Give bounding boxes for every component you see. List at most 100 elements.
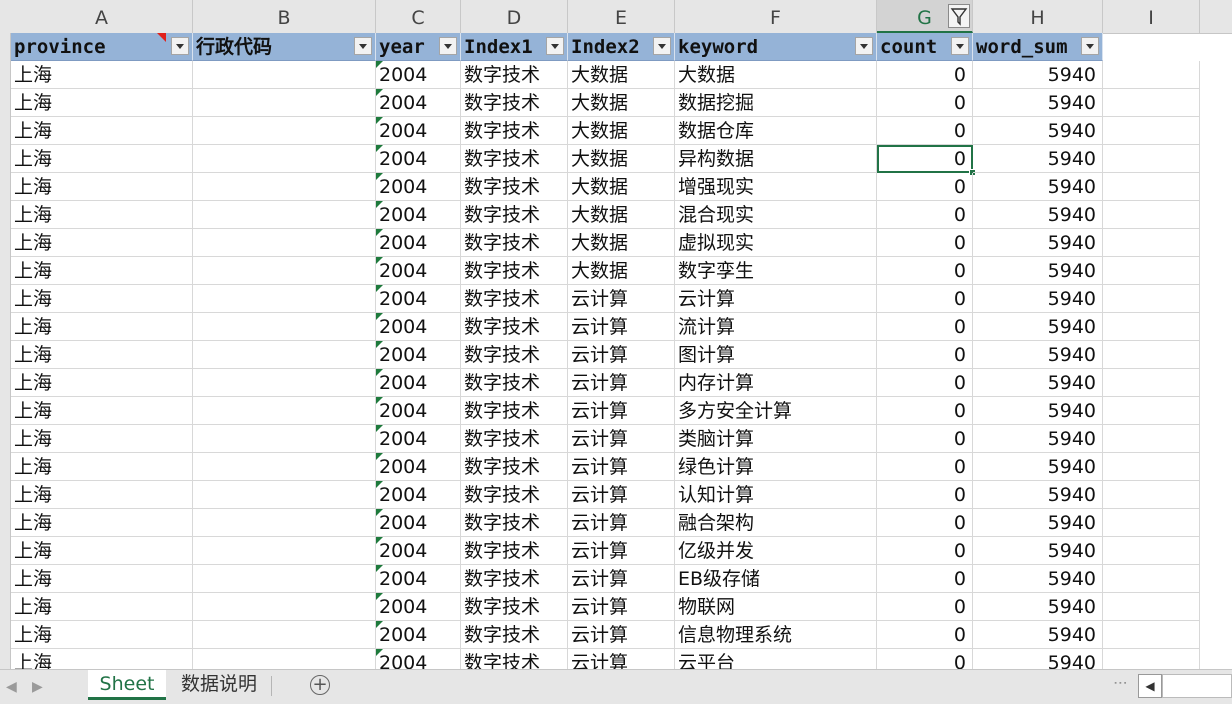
column-letter-c[interactable]: C — [376, 0, 461, 33]
cell[interactable]: 5940 — [973, 341, 1103, 369]
cell[interactable]: 数字孪生 — [675, 257, 877, 285]
cell[interactable]: 2004 — [376, 369, 461, 397]
empty-cell[interactable] — [1103, 453, 1200, 481]
cell[interactable]: 认知计算 — [675, 481, 877, 509]
header-cell[interactable]: keyword — [675, 33, 877, 61]
cell[interactable]: 5940 — [973, 229, 1103, 257]
cell[interactable]: 2004 — [376, 89, 461, 117]
cell[interactable]: 云计算 — [568, 481, 675, 509]
cell[interactable]: 上海 — [11, 117, 193, 145]
cell[interactable]: 云计算 — [568, 341, 675, 369]
cell[interactable]: 2004 — [376, 313, 461, 341]
cell[interactable]: 上海 — [11, 257, 193, 285]
cell[interactable]: 2004 — [376, 257, 461, 285]
empty-cell[interactable] — [1103, 425, 1200, 453]
cell[interactable]: 数字技术 — [461, 173, 568, 201]
column-letter-e[interactable]: E — [568, 0, 675, 33]
cell[interactable]: 2004 — [376, 397, 461, 425]
active-cell[interactable]: 0 — [877, 145, 973, 173]
filter-dropdown-icon[interactable] — [354, 37, 372, 55]
cell[interactable]: 数字技术 — [461, 61, 568, 89]
cell[interactable] — [193, 341, 376, 369]
cell[interactable]: 绿色计算 — [675, 453, 877, 481]
cell[interactable]: 0 — [877, 537, 973, 565]
cell[interactable]: 5940 — [973, 145, 1103, 173]
empty-cell[interactable] — [1103, 173, 1200, 201]
cell[interactable]: 2004 — [376, 565, 461, 593]
column-letter-f[interactable]: F — [675, 0, 877, 33]
cell[interactable]: 0 — [877, 369, 973, 397]
cell[interactable]: 上海 — [11, 285, 193, 313]
cell[interactable]: 融合架构 — [675, 509, 877, 537]
empty-cell[interactable] — [1103, 341, 1200, 369]
cell[interactable] — [193, 565, 376, 593]
empty-cell[interactable] — [1103, 509, 1200, 537]
cell[interactable]: 大数据 — [568, 257, 675, 285]
cell[interactable]: 数字技术 — [461, 369, 568, 397]
prev-sheet-icon[interactable]: ◀ — [6, 679, 17, 695]
cell[interactable]: 上海 — [11, 621, 193, 649]
cell[interactable]: 上海 — [11, 229, 193, 257]
cell[interactable]: 上海 — [11, 593, 193, 621]
cell[interactable]: 0 — [877, 313, 973, 341]
cell[interactable]: 物联网 — [675, 593, 877, 621]
cell[interactable]: 上海 — [11, 509, 193, 537]
empty-cell[interactable] — [1103, 397, 1200, 425]
cell[interactable] — [193, 621, 376, 649]
empty-cell[interactable] — [1103, 61, 1200, 89]
cell[interactable]: 数字技术 — [461, 425, 568, 453]
cell[interactable]: 5940 — [973, 509, 1103, 537]
cell[interactable]: 2004 — [376, 201, 461, 229]
cell[interactable]: 0 — [877, 89, 973, 117]
cell[interactable]: 5940 — [973, 201, 1103, 229]
cell[interactable]: 5940 — [973, 649, 1103, 669]
cell[interactable]: 上海 — [11, 201, 193, 229]
empty-cell[interactable] — [1103, 145, 1200, 173]
cell[interactable]: 亿级并发 — [675, 537, 877, 565]
cell[interactable]: 数字技术 — [461, 537, 568, 565]
cell[interactable]: 0 — [877, 453, 973, 481]
cell[interactable]: 上海 — [11, 369, 193, 397]
cell[interactable]: 数字技术 — [461, 509, 568, 537]
cell[interactable]: 0 — [877, 509, 973, 537]
cell[interactable]: 大数据 — [568, 89, 675, 117]
cell[interactable] — [193, 369, 376, 397]
cell[interactable]: 上海 — [11, 481, 193, 509]
cell[interactable]: 数字技术 — [461, 593, 568, 621]
cell[interactable]: 2004 — [376, 593, 461, 621]
empty-cell[interactable] — [1103, 285, 1200, 313]
cell[interactable]: 2004 — [376, 537, 461, 565]
cell[interactable]: 内存计算 — [675, 369, 877, 397]
cell[interactable]: 2004 — [376, 61, 461, 89]
cell[interactable]: 数字技术 — [461, 481, 568, 509]
cell[interactable]: 5940 — [973, 397, 1103, 425]
cell[interactable]: 0 — [877, 201, 973, 229]
empty-cell[interactable] — [1103, 565, 1200, 593]
cell[interactable]: 上海 — [11, 397, 193, 425]
cell[interactable]: 2004 — [376, 229, 461, 257]
cell[interactable]: 大数据 — [675, 61, 877, 89]
cell[interactable]: 2004 — [376, 621, 461, 649]
cell[interactable]: 0 — [877, 117, 973, 145]
column-letter-i[interactable]: I — [1103, 0, 1200, 33]
next-sheet-icon[interactable]: ▶ — [32, 679, 43, 695]
cell[interactable]: 上海 — [11, 61, 193, 89]
cell[interactable]: 上海 — [11, 145, 193, 173]
cell[interactable]: 数字技术 — [461, 453, 568, 481]
header-cell[interactable]: Index2 — [568, 33, 675, 61]
header-cell[interactable]: province — [11, 33, 193, 61]
cell[interactable]: 5940 — [973, 257, 1103, 285]
empty-cell[interactable] — [1103, 369, 1200, 397]
cell[interactable]: 虚拟现实 — [675, 229, 877, 257]
cell[interactable]: 上海 — [11, 173, 193, 201]
filter-dropdown-icon[interactable] — [171, 37, 189, 55]
plus-circle-icon[interactable]: + — [310, 675, 330, 695]
filter-dropdown-icon[interactable] — [653, 37, 671, 55]
cell[interactable]: 数字技术 — [461, 229, 568, 257]
cell[interactable]: 5940 — [973, 481, 1103, 509]
empty-cell[interactable] — [1103, 229, 1200, 257]
sheet-tab-active[interactable]: Sheet — [88, 670, 166, 700]
cell[interactable]: 大数据 — [568, 61, 675, 89]
cell[interactable]: 增强现实 — [675, 173, 877, 201]
cell[interactable]: 2004 — [376, 173, 461, 201]
